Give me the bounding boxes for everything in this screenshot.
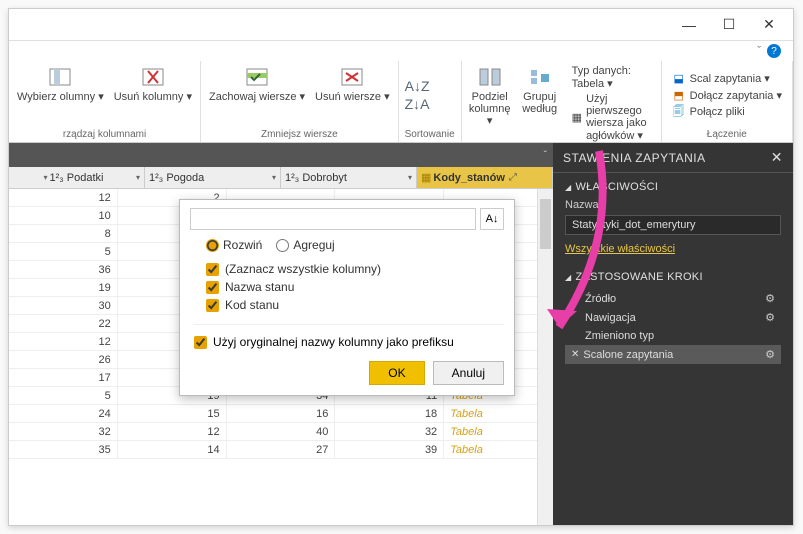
reduce-rows-group-label: Zmniejsz wiersze [207, 127, 392, 142]
expand-column-icon[interactable]: ⤢ [509, 172, 517, 183]
table-cell: 10 [9, 207, 118, 225]
table-cell: 18 [335, 405, 444, 423]
window-close-button[interactable]: ✕ [749, 11, 789, 39]
manage-columns-group-label: rządzaj kolumnami [15, 127, 194, 142]
data-type-dropdown[interactable]: Typ danych: Tabela ▾ [572, 65, 651, 90]
table-cell: 26 [9, 351, 118, 369]
merge-icon: ⬓ [672, 71, 686, 85]
table-cell: 32 [9, 423, 118, 441]
expand-search-input[interactable] [190, 208, 476, 230]
use-first-row-headers-button[interactable]: ▦ Użyj pierwszego wiersza jako agłówków … [572, 93, 651, 142]
data-preview: ˇ ▾1²₃ Podatki▾ 1²₃ Pogoda▾ 1²₃ Dobrobyt… [9, 143, 553, 525]
table-cell: 8 [9, 225, 118, 243]
panel-close-button[interactable]: ✕ [771, 149, 783, 166]
table-cell: 12 [118, 423, 227, 441]
help-icon[interactable]: ? [767, 44, 781, 58]
remove-rows-button[interactable]: Usuń wiersze ▾ [313, 63, 392, 127]
table-cell: 40 [227, 423, 336, 441]
table-icon: ▦ [421, 171, 431, 184]
table-cell: 15 [118, 405, 227, 423]
append-icon: ⬒ [672, 88, 686, 102]
panel-title: STAWIENIA ZAPYTANIA [563, 151, 706, 165]
step-source[interactable]: Źródło⚙ [565, 289, 781, 308]
table-cell: 36 [9, 261, 118, 279]
table-cell: 16 [227, 405, 336, 423]
expand-sort-button[interactable]: A↓ [480, 208, 504, 230]
expand-ok-button[interactable]: OK [369, 361, 424, 385]
table-cell: 12 [9, 189, 118, 207]
column-header-pogoda[interactable]: 1²₃ Pogoda▾ [145, 167, 281, 188]
expand-column-popup: A↓ Rozwiń Agreguj (Zaznacz wszystkie kol… [179, 199, 515, 396]
remove-columns-button[interactable]: Usuń kolumny ▾ [112, 63, 194, 127]
applied-steps-section-title[interactable]: ◢ZASTOSOWANE KROKI [565, 271, 781, 283]
query-settings-panel: STAWIENIA ZAPYTANIA ✕ ◢WŁAŚCIWOŚCI Nazwa… [553, 143, 793, 525]
combine-files-icon: 🗐 [672, 105, 686, 119]
delete-step-icon[interactable]: ✕ [571, 349, 579, 360]
table-cell: 17 [9, 369, 118, 387]
table-cell: 5 [9, 243, 118, 261]
table-row[interactable]: 35142739Tabela [9, 441, 553, 459]
table-cell: 39 [335, 441, 444, 459]
keep-rows-button[interactable]: Zachowaj wiersze ▾ [207, 63, 307, 127]
caret-down-icon[interactable]: ˇ [757, 45, 761, 57]
query-name-input[interactable]: Statystyki_dot_emerytury [565, 215, 781, 235]
window-maximize-button[interactable]: ☐ [709, 11, 749, 39]
expand-cb-state-code[interactable] [206, 299, 219, 312]
sort-asc-button[interactable]: A↓Z [405, 78, 455, 94]
all-properties-link[interactable]: Wszystkie właściwości [565, 243, 675, 255]
table-cell: 27 [227, 441, 336, 459]
table-row[interactable]: 32124032Tabela [9, 423, 553, 441]
choose-columns-button[interactable]: Wybierz olumny ▾ [15, 63, 106, 127]
step-changed-type[interactable]: Zmieniono typ [565, 327, 781, 345]
formula-bar-caret[interactable]: ˇ [544, 150, 547, 161]
table-row[interactable]: 24151618Tabela [9, 405, 553, 423]
merge-queries-button[interactable]: ⬓ Scal zapytania ▾ [672, 71, 782, 85]
name-label: Nazwa [565, 199, 781, 211]
expand-radio-aggregate[interactable]: Agreguj [276, 238, 334, 252]
table-cell: 24 [9, 405, 118, 423]
expand-cancel-button[interactable]: Anuluj [433, 361, 504, 385]
window-minimize-button[interactable]: — [669, 11, 709, 39]
properties-section-title[interactable]: ◢WŁAŚCIWOŚCI [565, 181, 781, 193]
table-cell: 30 [9, 297, 118, 315]
gear-icon[interactable]: ⚙ [765, 292, 775, 305]
gear-icon[interactable]: ⚙ [765, 348, 775, 361]
combine-group-label: Łączenie [668, 127, 786, 142]
column-header-podatki[interactable]: ▾1²₃ Podatki▾ [9, 167, 145, 188]
step-navigation[interactable]: Nawigacja⚙ [565, 308, 781, 327]
column-header-kody-stanow[interactable]: ▦ Kody_stanów ⤢ [417, 167, 553, 188]
table-cell: 14 [118, 441, 227, 459]
table-header-icon: ▦ [572, 111, 582, 125]
table-cell: 35 [9, 441, 118, 459]
combine-files-button[interactable]: 🗐 Połącz pliki [672, 105, 782, 119]
step-merged-queries[interactable]: ✕Scalone zapytania⚙ [565, 345, 781, 364]
ribbon: Wybierz olumny ▾ Usuń kolumny ▾ rządzaj … [9, 61, 793, 143]
column-header-dobrobyt[interactable]: 1²₃ Dobrobyt▾ [281, 167, 417, 188]
sort-group-label: Sortowanie [405, 127, 455, 142]
append-queries-button[interactable]: ⬒ Dołącz zapytania ▾ [672, 88, 782, 102]
gear-icon[interactable]: ⚙ [765, 311, 775, 324]
table-cell: 12 [9, 333, 118, 351]
expand-radio-expand[interactable]: Rozwiń [206, 238, 262, 252]
expand-cb-select-all[interactable] [206, 263, 219, 276]
expand-cb-state-name[interactable] [206, 281, 219, 294]
expand-cb-use-prefix[interactable] [194, 336, 207, 349]
table-cell: 5 [9, 387, 118, 405]
table-cell: 32 [335, 423, 444, 441]
sort-desc-button[interactable]: Z↓A [405, 96, 455, 112]
table-cell: 19 [9, 279, 118, 297]
vertical-scrollbar[interactable] [537, 189, 553, 525]
table-cell: 22 [9, 315, 118, 333]
